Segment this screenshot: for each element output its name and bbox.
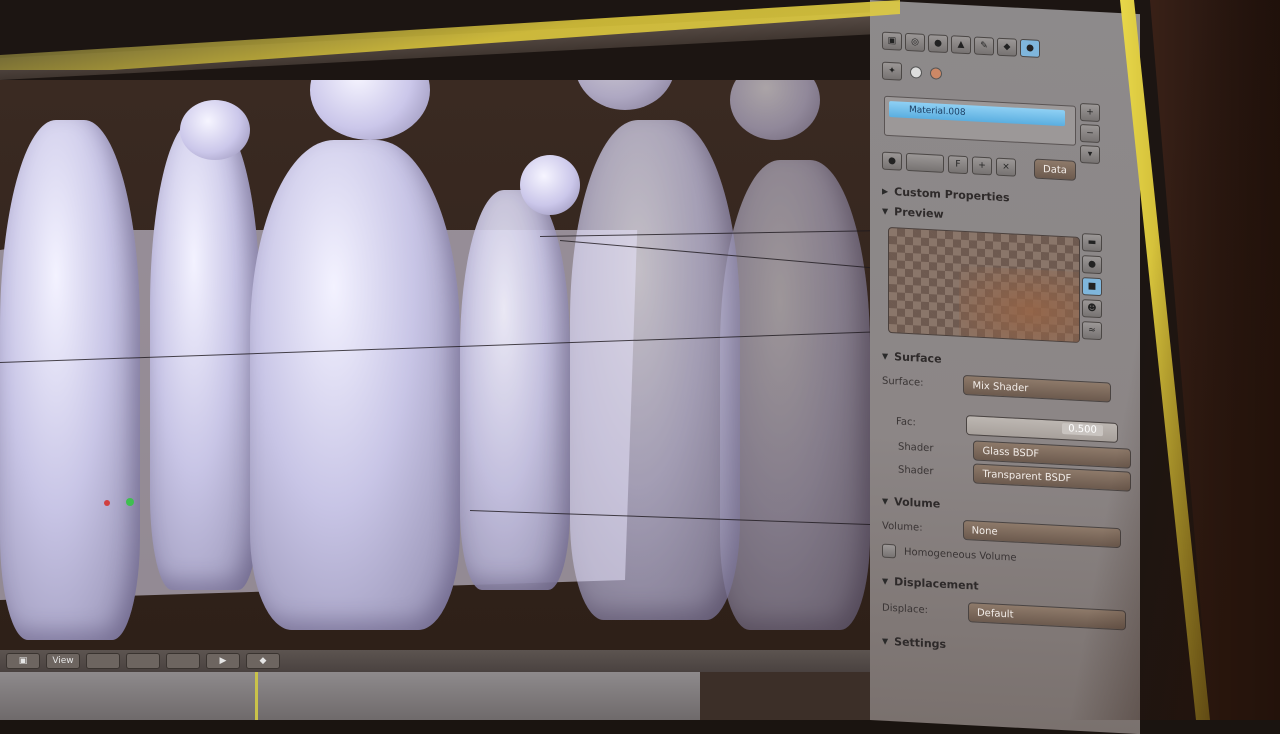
object-tab-icon[interactable]: ▲ bbox=[951, 35, 971, 55]
view-menu[interactable]: View bbox=[46, 653, 80, 669]
material-slot-item[interactable]: Material.008 bbox=[889, 100, 1065, 127]
render-tab-icon[interactable]: ▣ bbox=[882, 31, 902, 51]
context-row: ✦ bbox=[882, 61, 942, 84]
chess-piece-top-back-2 bbox=[575, 80, 675, 110]
new-material-icon[interactable]: + bbox=[972, 156, 992, 176]
homogeneous-row: Homogeneous Volume bbox=[882, 541, 1017, 568]
expand-triangle-icon: ▼ bbox=[882, 496, 889, 506]
volume-shader-dropdown[interactable]: None bbox=[962, 519, 1121, 549]
play-button[interactable]: ▶ bbox=[206, 653, 240, 669]
material-icon bbox=[930, 67, 942, 80]
surface-header[interactable]: ▼ Surface bbox=[882, 346, 942, 369]
scene-tab-icon[interactable]: ◎ bbox=[905, 32, 925, 52]
world-tab-icon[interactable]: ● bbox=[928, 34, 948, 54]
modifier-tab-icon[interactable]: ✎ bbox=[974, 36, 994, 56]
editor-type-button[interactable]: ▣ bbox=[6, 653, 40, 669]
preview-hair-icon[interactable]: ≈ bbox=[1082, 321, 1102, 341]
preview-sphere-icon[interactable]: ● bbox=[1082, 255, 1102, 275]
homogeneous-checkbox[interactable] bbox=[882, 543, 896, 559]
chess-piece-top-back-1 bbox=[730, 80, 820, 140]
chess-piece-1 bbox=[0, 120, 140, 640]
properties-tabs: ▣ ◎ ● ▲ ✎ ◆ ● bbox=[882, 31, 1040, 59]
remove-slot-icon[interactable]: − bbox=[1080, 124, 1100, 144]
expand-triangle-icon: ▼ bbox=[882, 351, 889, 361]
marker-menu[interactable] bbox=[126, 653, 160, 669]
add-slot-icon[interactable]: + bbox=[1080, 103, 1100, 123]
expand-triangle-icon: ▼ bbox=[882, 576, 889, 586]
object-origin-dot[interactable] bbox=[126, 498, 134, 506]
material-slot-list[interactable]: Material.008 bbox=[884, 95, 1076, 146]
axis-x-dot bbox=[104, 500, 110, 506]
preview-monkey-icon[interactable]: ☻ bbox=[1082, 299, 1102, 319]
preview-cube-icon[interactable]: ■ bbox=[1082, 277, 1102, 297]
material-preview bbox=[888, 226, 1080, 344]
pin-icon[interactable]: ✦ bbox=[882, 61, 902, 81]
frame-menu[interactable] bbox=[166, 653, 200, 669]
collapse-triangle-icon: ▶ bbox=[882, 186, 889, 196]
3d-viewport[interactable] bbox=[0, 80, 880, 650]
fake-user-icon[interactable]: F bbox=[948, 155, 968, 175]
object-icon bbox=[910, 66, 922, 79]
chess-piece-4 bbox=[460, 190, 570, 590]
preview-header[interactable]: ▼ Preview bbox=[882, 201, 944, 224]
fac-value: 0.500 bbox=[1062, 423, 1103, 437]
volume-header[interactable]: ▼ Volume bbox=[882, 491, 940, 514]
data-dropdown[interactable]: Data bbox=[1034, 158, 1076, 181]
unlink-icon[interactable]: × bbox=[996, 157, 1016, 177]
slot-specials-icon[interactable]: ▾ bbox=[1080, 145, 1100, 165]
preview-flat-icon[interactable]: ▬ bbox=[1082, 233, 1102, 253]
chess-piece-3 bbox=[250, 140, 460, 630]
chess-piece-top-4 bbox=[520, 155, 580, 215]
browse-material-icon[interactable]: ● bbox=[882, 151, 902, 171]
displacement-header[interactable]: ▼ Displacement bbox=[882, 571, 979, 596]
preview-type-buttons: ▬ ● ■ ☻ ≈ bbox=[1082, 233, 1110, 341]
timeline-cursor[interactable] bbox=[255, 672, 258, 720]
chess-piece-top-2 bbox=[180, 100, 250, 160]
slot-buttons: + − ▾ bbox=[1080, 103, 1100, 165]
select-menu[interactable] bbox=[86, 653, 120, 669]
shader2-dropdown[interactable]: Transparent BSDF bbox=[973, 463, 1132, 492]
fac-slider[interactable]: 0.500 bbox=[965, 415, 1118, 443]
chess-piece-top-3 bbox=[310, 80, 430, 140]
settings-header[interactable]: ▼ Settings bbox=[882, 631, 946, 654]
viewport-footer: ▣ View ▶ ◆ bbox=[0, 650, 906, 672]
surface-row: Surface: Mix Shader bbox=[882, 371, 1112, 403]
data-tab-icon[interactable]: ◆ bbox=[997, 37, 1017, 57]
datablock-row: ● F + × Data bbox=[882, 151, 1076, 181]
expand-triangle-icon: ▼ bbox=[882, 206, 889, 216]
monitor-screen: ▣ View ▶ ◆ ▣ ◎ ● ▲ ✎ ◆ ● ✦ Material.008 bbox=[0, 0, 1280, 734]
properties-panel: ▣ ◎ ● ▲ ✎ ◆ ● ✦ Material.008 + − ▾ ● F + bbox=[870, 0, 1140, 734]
material-tab-icon[interactable]: ● bbox=[1020, 38, 1040, 58]
timeline[interactable] bbox=[0, 672, 900, 720]
material-name-field[interactable] bbox=[906, 152, 944, 173]
expand-triangle-icon: ▼ bbox=[882, 636, 889, 646]
displacement-dropdown[interactable]: Default bbox=[967, 602, 1126, 631]
displacement-row: Displace: Default bbox=[882, 598, 1126, 631]
keyframe-button[interactable]: ◆ bbox=[246, 653, 280, 669]
surface-shader-dropdown[interactable]: Mix Shader bbox=[963, 374, 1112, 403]
